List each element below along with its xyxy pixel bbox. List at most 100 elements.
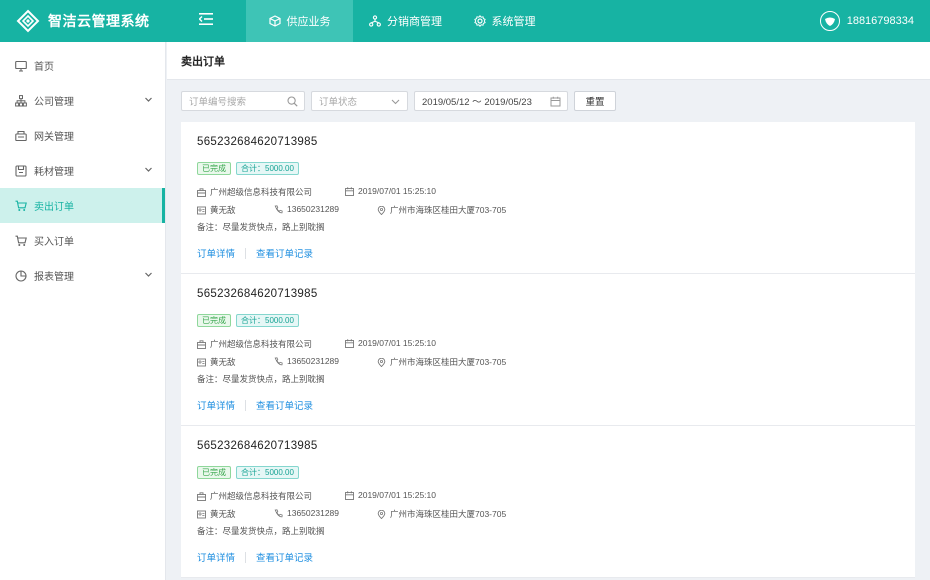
chevron-down-icon bbox=[390, 96, 401, 107]
order-company: 广州超级信息科技有限公司 bbox=[197, 490, 312, 502]
chevron-down-icon bbox=[144, 95, 153, 104]
sidebar-item-reports[interactable]: 报表管理 bbox=[0, 258, 165, 293]
app-title: 智洁云管理系统 bbox=[48, 13, 150, 29]
company-name: 广州超级信息科技有限公司 bbox=[210, 339, 313, 349]
order-datetime: 2019/07/01 15:25:10 bbox=[345, 338, 436, 348]
sidebar-item-gateway[interactable]: 网关管理 bbox=[0, 118, 165, 153]
nav-distributor-management[interactable]: 分销商管理 bbox=[353, 0, 458, 42]
page-title: 卖出订单 bbox=[167, 42, 930, 80]
date-range-value: 2019/05/12 ～ 2019/05/23 bbox=[422, 97, 532, 108]
address-text: 广州市海珠区桂田大厦703-705 bbox=[390, 509, 507, 519]
sidebar-item-label: 首页 bbox=[34, 62, 54, 73]
chevron-down-icon bbox=[144, 270, 153, 279]
link-divider bbox=[245, 551, 247, 563]
location-pin-icon bbox=[377, 357, 386, 367]
order-detail-link[interactable]: 订单详情 bbox=[197, 246, 235, 260]
order-company: 广州超级信息科技有限公司 bbox=[197, 186, 312, 198]
order-record-link[interactable]: 查看订单记录 bbox=[256, 398, 313, 412]
status-badge: 已完成 bbox=[197, 314, 231, 327]
order-address: 广州市海珠区桂田大厦703-705 bbox=[377, 356, 506, 368]
order-note: 备注：尽量发货快点，路上别耽搁 bbox=[197, 374, 325, 384]
gear-icon bbox=[473, 15, 486, 27]
search-placeholder: 订单编号搜索 bbox=[189, 97, 247, 108]
company-icon bbox=[197, 491, 206, 501]
order-status-select[interactable]: 订单状态 bbox=[311, 91, 408, 111]
logo-icon bbox=[16, 9, 40, 33]
calendar-icon bbox=[550, 96, 561, 107]
order-address: 广州市海珠区桂田大厦703-705 bbox=[377, 204, 506, 216]
total-badge: 合计：5000.00 bbox=[236, 162, 299, 175]
sidebar-item-label: 网关管理 bbox=[34, 132, 74, 143]
sidebar-item-label: 买入订单 bbox=[34, 237, 74, 248]
order-address: 广州市海珠区桂田大厦703-705 bbox=[377, 508, 506, 520]
total-badge: 合计：5000.00 bbox=[236, 466, 299, 479]
order-phone: 13650231289 bbox=[274, 356, 339, 366]
status-placeholder: 订单状态 bbox=[319, 97, 358, 108]
nav-label: 系统管理 bbox=[491, 16, 536, 28]
company-name: 广州超级信息科技有限公司 bbox=[210, 187, 313, 197]
phone-icon bbox=[274, 356, 283, 366]
order-id: 565232684620713985 bbox=[197, 288, 318, 300]
status-badge: 已完成 bbox=[197, 466, 231, 479]
org-icon bbox=[15, 94, 27, 107]
sidebar-item-home[interactable]: 首页 bbox=[0, 48, 165, 83]
cart-icon bbox=[15, 235, 27, 247]
address-text: 广州市海珠区桂田大厦703-705 bbox=[390, 357, 507, 367]
sidebar-item-label: 公司管理 bbox=[34, 97, 74, 108]
sidebar-item-consumables[interactable]: 耗材管理 bbox=[0, 153, 165, 188]
company-icon bbox=[197, 339, 206, 349]
nav-label: 供应业务 bbox=[286, 16, 331, 28]
order-search-input[interactable]: 订单编号搜索 bbox=[181, 91, 305, 111]
order-detail-link[interactable]: 订单详情 bbox=[197, 398, 235, 412]
pie-chart-icon bbox=[15, 269, 27, 282]
order-list: 565232684620713985 已完成 合计：5000.00 广州超级信息… bbox=[181, 122, 915, 578]
sidebar-item-sell-orders[interactable]: 卖出订单 bbox=[0, 188, 165, 223]
contact-name: 黄无敌 bbox=[210, 205, 236, 215]
order-note: 备注：尽量发货快点，路上别耽搁 bbox=[197, 526, 325, 536]
phone-icon bbox=[274, 508, 283, 518]
phone-number: 13650231289 bbox=[287, 204, 340, 214]
order-detail-link[interactable]: 订单详情 bbox=[197, 550, 235, 564]
link-divider bbox=[245, 399, 247, 411]
order-card: 565232684620713985 已完成 合计：5000.00 广州超级信息… bbox=[181, 426, 915, 578]
order-datetime: 2019/07/01 15:25:10 bbox=[345, 490, 436, 500]
order-company: 广州超级信息科技有限公司 bbox=[197, 338, 312, 350]
sidebar-item-buy-orders[interactable]: 买入订单 bbox=[0, 223, 165, 258]
top-bar: 智洁云管理系统 供应业务 分销商管理 系统管理 18816798334 bbox=[0, 0, 930, 42]
date-range-picker[interactable]: 2019/05/12 ～ 2019/05/23 bbox=[414, 91, 568, 111]
phone-icon bbox=[274, 204, 283, 214]
monitor-icon bbox=[15, 60, 27, 72]
order-id: 565232684620713985 bbox=[197, 440, 318, 452]
order-card: 565232684620713985 已完成 合计：5000.00 广州超级信息… bbox=[181, 122, 915, 274]
gateway-icon bbox=[15, 130, 27, 142]
user-menu[interactable]: 18816798334 bbox=[819, 0, 914, 42]
order-record-link[interactable]: 查看订单记录 bbox=[256, 246, 313, 260]
contact-card-icon bbox=[197, 206, 206, 215]
top-nav: 供应业务 分销商管理 系统管理 bbox=[246, 0, 551, 42]
sidebar: 首页 公司管理 网关管理 耗材管理 卖出订单 买入订单 报表管理 bbox=[0, 42, 166, 580]
network-icon bbox=[369, 15, 381, 27]
order-record-link[interactable]: 查看订单记录 bbox=[256, 550, 313, 564]
contact-card-icon bbox=[197, 358, 206, 367]
sidebar-item-company[interactable]: 公司管理 bbox=[0, 83, 165, 118]
company-icon bbox=[197, 187, 206, 197]
brand[interactable]: 智洁云管理系统 bbox=[0, 0, 166, 42]
address-text: 广州市海珠区桂田大厦703-705 bbox=[390, 205, 507, 215]
order-time: 2019/07/01 15:25:10 bbox=[358, 338, 436, 348]
nav-supply-business[interactable]: 供应业务 bbox=[246, 0, 353, 42]
chevron-down-icon bbox=[144, 165, 153, 174]
phone-number: 13650231289 bbox=[287, 356, 340, 366]
consumable-icon bbox=[15, 164, 27, 177]
order-phone: 13650231289 bbox=[274, 204, 339, 214]
calendar-icon bbox=[345, 490, 354, 500]
menu-collapse-icon bbox=[198, 12, 213, 30]
avatar bbox=[819, 11, 840, 31]
order-card: 565232684620713985 已完成 合计：5000.00 广州超级信息… bbox=[181, 274, 915, 426]
reset-button[interactable]: 重置 bbox=[574, 91, 616, 111]
order-note: 备注：尽量发货快点，路上别耽搁 bbox=[197, 222, 325, 232]
menu-toggle-button[interactable] bbox=[166, 0, 246, 42]
contact-name: 黄无敌 bbox=[210, 357, 236, 367]
nav-system-management[interactable]: 系统管理 bbox=[458, 0, 551, 42]
location-pin-icon bbox=[377, 205, 386, 215]
sidebar-item-label: 卖出订单 bbox=[34, 202, 74, 213]
